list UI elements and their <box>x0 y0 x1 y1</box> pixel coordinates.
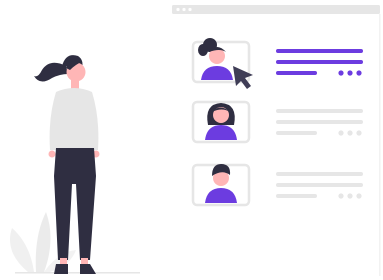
profile-title-line <box>276 49 363 53</box>
pants <box>54 148 96 260</box>
status-dot <box>356 70 362 76</box>
profile-card-1[interactable] <box>191 38 363 89</box>
status-dot <box>338 193 344 199</box>
profile-card-3[interactable] <box>191 163 363 207</box>
right-shoe <box>80 264 96 274</box>
profile-title-line <box>276 172 363 176</box>
illustration-stage <box>0 0 383 280</box>
browser-right-border <box>379 14 381 276</box>
status-dot <box>347 70 353 76</box>
profile-short-line <box>276 71 317 75</box>
left-shoe <box>54 264 68 274</box>
browser-title-bar <box>172 5 380 14</box>
profile-card-2[interactable] <box>191 100 363 144</box>
profile-short-line <box>276 194 317 198</box>
profile-short-line <box>276 131 317 135</box>
window-control-dot <box>182 7 186 12</box>
status-dot <box>338 130 344 136</box>
status-dot <box>347 193 353 199</box>
profile-subtitle-line <box>276 120 363 124</box>
profile-title-line <box>276 109 363 113</box>
profile-selection-illustration <box>10 5 381 276</box>
window-control-dot <box>176 7 180 12</box>
ground-line <box>15 272 140 274</box>
status-dot <box>356 193 362 199</box>
status-dot <box>347 130 353 136</box>
status-dot <box>338 70 344 76</box>
window-control-dot <box>188 7 192 12</box>
status-dot <box>356 130 362 136</box>
bob-hair-woman-avatar <box>205 103 237 140</box>
profile-subtitle-line <box>276 183 363 187</box>
profile-subtitle-line <box>276 60 363 64</box>
